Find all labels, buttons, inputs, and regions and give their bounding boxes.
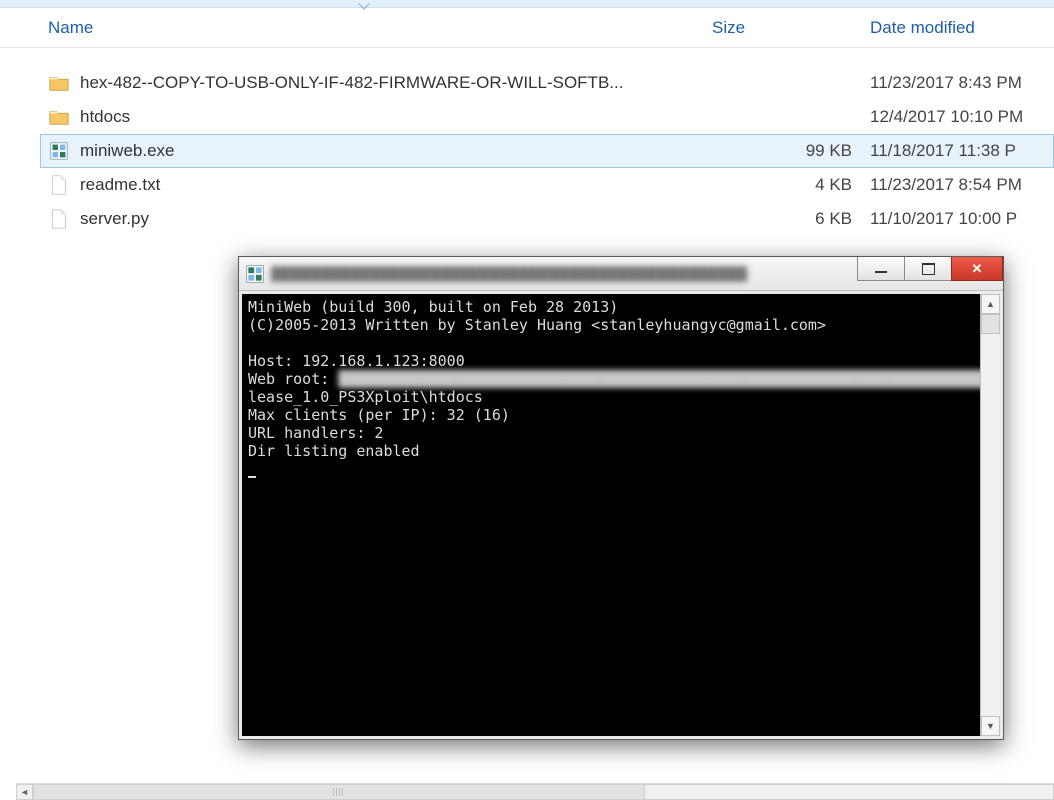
file-size-label: 99 KB [712, 141, 870, 161]
column-header-size[interactable]: Size [712, 18, 870, 38]
file-name-label: htdocs [80, 107, 130, 127]
file-size-label: 4 KB [712, 175, 870, 195]
console-vertical-scrollbar[interactable]: ▲ ▼ [980, 294, 1000, 736]
file-date-label: 11/23/2017 8:54 PM [870, 175, 1054, 195]
console-line: Max clients (per IP): 32 (16) [248, 406, 510, 424]
console-line: Web root: [248, 370, 338, 388]
file-list: hex-482--COPY-TO-USB-ONLY-IF-482-FIRMWAR… [0, 48, 1054, 236]
console-line: MiniWeb (build 300, built on Feb 28 2013… [248, 298, 618, 316]
application-icon [48, 140, 70, 162]
toolbar-strip [0, 0, 1054, 8]
file-name-label: server.py [80, 209, 149, 229]
console-line: (C)2005-2013 Written by Stanley Huang <s… [248, 316, 826, 334]
text-file-icon [48, 208, 70, 230]
scroll-thumb[interactable] [34, 785, 645, 799]
folder-icon [48, 106, 70, 128]
maximize-button[interactable] [904, 257, 952, 281]
file-name-label: readme.txt [80, 175, 160, 195]
column-header-name[interactable]: Name [48, 18, 712, 38]
file-date-label: 11/10/2017 10:00 P [870, 209, 1054, 229]
file-row-folder[interactable]: hex-482--COPY-TO-USB-ONLY-IF-482-FIRMWAR… [0, 66, 1054, 100]
console-line-redacted: ████████████████████████████████████████… [338, 370, 980, 388]
horizontal-scrollbar[interactable]: ◄ [16, 783, 1054, 800]
scroll-down-button[interactable]: ▼ [981, 716, 1000, 736]
titlebar[interactable]: ████████████████████████████████████████… [239, 257, 1003, 291]
file-date-label: 11/23/2017 8:43 PM [870, 73, 1054, 93]
console-output[interactable]: MiniWeb (build 300, built on Feb 28 2013… [242, 294, 980, 736]
scroll-track[interactable] [981, 334, 1000, 716]
file-size-label: 6 KB [712, 209, 870, 229]
window-title: ████████████████████████████████████████… [271, 266, 858, 282]
file-row-file[interactable]: readme.txt 4 KB 11/23/2017 8:54 PM [0, 168, 1054, 202]
console-line: Dir listing enabled [248, 442, 420, 460]
column-header-date[interactable]: Date modified [870, 18, 1054, 38]
scroll-up-button[interactable]: ▲ [981, 294, 1000, 314]
window-icon [245, 264, 265, 284]
console-line: Host: 192.168.1.123:8000 [248, 352, 465, 370]
text-file-icon [48, 174, 70, 196]
file-date-label: 11/18/2017 11:38 P [870, 141, 1054, 161]
file-row-folder[interactable]: htdocs 12/4/2017 10:10 PM [0, 100, 1054, 134]
file-row-file[interactable]: server.py 6 KB 11/10/2017 10:00 P [0, 202, 1054, 236]
file-row-exe[interactable]: miniweb.exe 99 KB 11/18/2017 11:38 P [0, 134, 1054, 168]
file-name-label: hex-482--COPY-TO-USB-ONLY-IF-482-FIRMWAR… [80, 73, 623, 93]
scroll-track[interactable] [33, 784, 1054, 800]
column-header-row: Name Size Date modified [0, 8, 1054, 48]
close-button[interactable] [951, 257, 1003, 281]
console-line: lease_1.0_PS3Xploit\htdocs [248, 388, 483, 406]
scroll-thumb[interactable] [981, 314, 1000, 334]
cursor [248, 476, 256, 478]
console-line: URL handlers: 2 [248, 424, 383, 442]
scroll-left-button[interactable]: ◄ [16, 784, 33, 800]
file-date-label: 12/4/2017 10:10 PM [870, 107, 1054, 127]
file-name-label: miniweb.exe [80, 141, 175, 161]
minimize-button[interactable] [857, 257, 905, 281]
console-window: ████████████████████████████████████████… [238, 256, 1004, 740]
folder-icon [48, 72, 70, 94]
